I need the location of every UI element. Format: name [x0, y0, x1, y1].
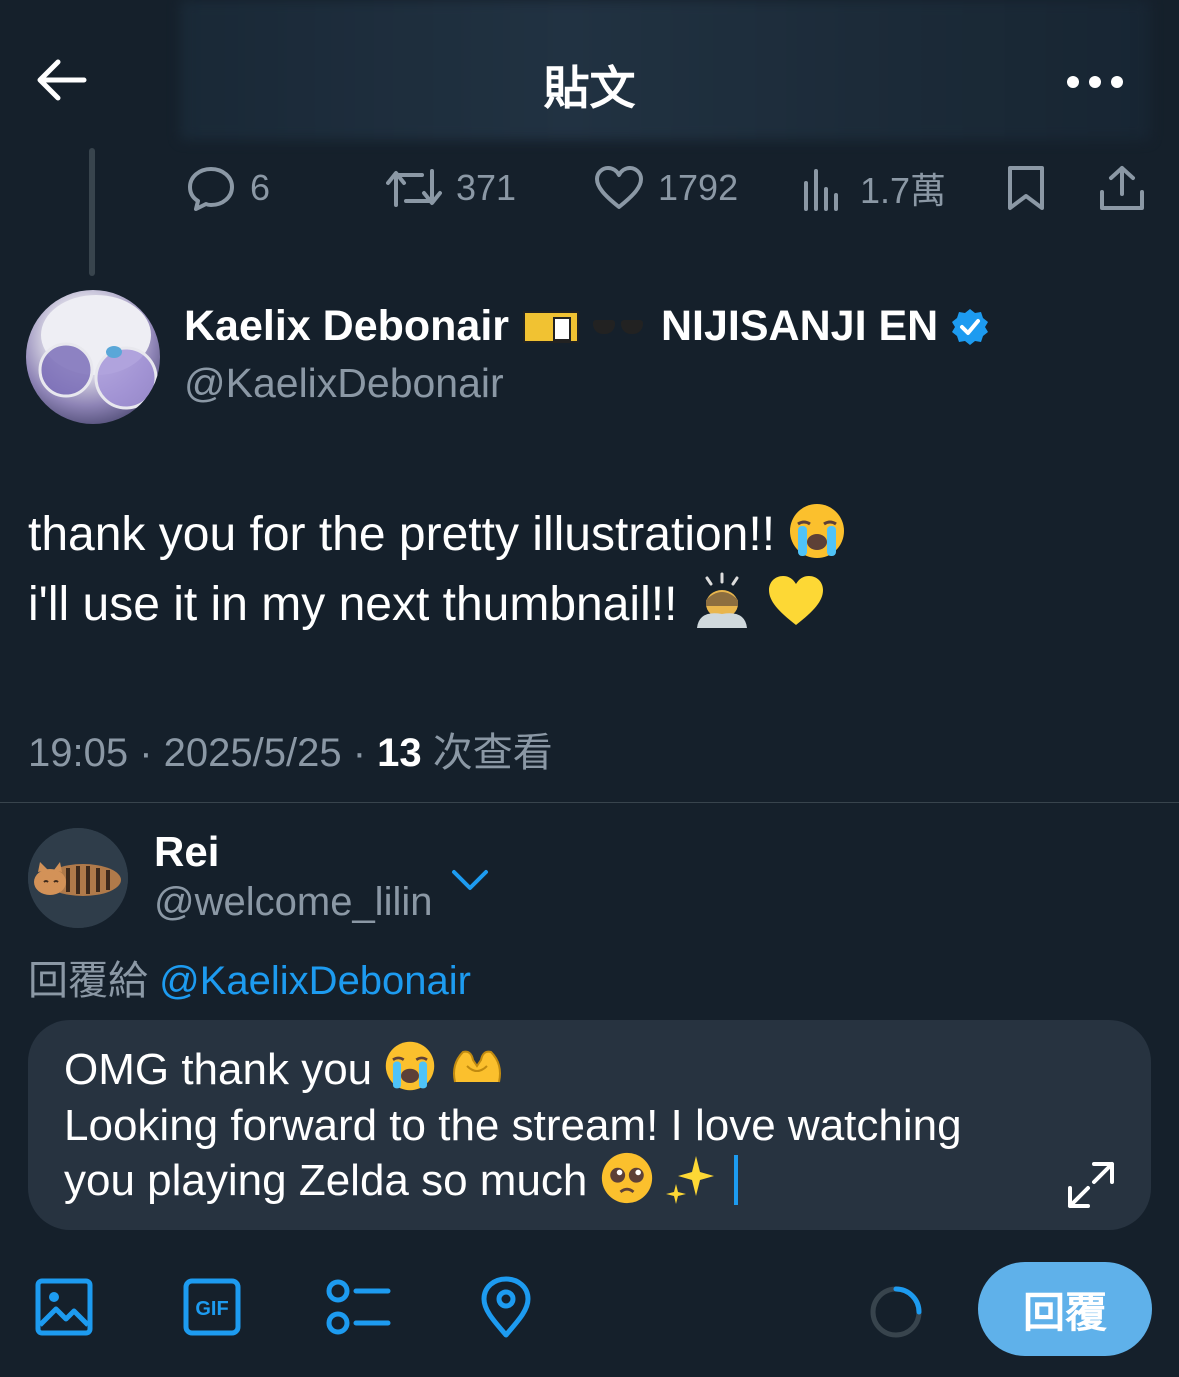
tweet-view-count: 13 — [377, 731, 422, 775]
replying-to-mention[interactable]: @KaelixDebonair — [159, 959, 471, 1003]
reply-line-3: you playing Zelda so much — [64, 1156, 588, 1206]
view-count: 1.7萬 — [860, 170, 947, 211]
gif-icon: GIF — [183, 1278, 241, 1336]
verified-badge-icon — [952, 308, 989, 345]
reply-text[interactable]: OMG thank you Looking forward to the str… — [64, 1042, 962, 1211]
bookmark-icon — [1008, 166, 1044, 210]
like-action[interactable]: 1792 — [594, 160, 738, 216]
author-display-name: Kaelix Debonair — [184, 302, 509, 350]
reply-avatar[interactable] — [28, 828, 128, 928]
reply-text-box[interactable]: OMG thank you Looking forward to the str… — [28, 1020, 1151, 1230]
compose-toolbar: GIF 回覆 — [0, 1262, 1179, 1362]
share-button[interactable] — [1098, 160, 1146, 216]
tweet-body: thank you for the pretty illustration!! … — [28, 500, 846, 640]
chevron-down-icon — [452, 870, 488, 890]
reply-account-name: Rei — [154, 828, 220, 875]
heart-icon — [595, 166, 643, 209]
expand-button[interactable] — [1066, 1160, 1116, 1210]
media-button[interactable] — [34, 1262, 94, 1352]
more-icon — [1067, 76, 1123, 88]
engagement-bar: 6 371 1792 1.7萬 — [0, 160, 1179, 216]
replying-to-line: 回覆給 @KaelixDebonair — [28, 948, 471, 1006]
tweet-view-label: 次查看 — [421, 731, 553, 775]
views-action[interactable]: 1.7萬 — [800, 160, 946, 216]
reply-line-1: OMG thank you — [64, 1045, 373, 1094]
divider — [0, 802, 1179, 803]
gif-icon-label: GIF — [195, 1298, 228, 1320]
avatar-image — [38, 295, 158, 410]
poll-button[interactable] — [326, 1262, 392, 1352]
sparkles-emoji-icon — [665, 1155, 714, 1204]
pleading-face-emoji-icon — [601, 1152, 652, 1203]
like-count: 1792 — [658, 167, 739, 208]
tweet-timestamp: 19:05 · 2025/5/25 · 13 次查看 — [28, 720, 553, 778]
reply-icon — [188, 167, 234, 211]
retweet-icon — [386, 169, 442, 207]
poll-list-icon — [326, 1279, 391, 1335]
page-title: 貼文 — [543, 62, 636, 114]
tweet-time: 19:05 · 2025/5/25 · — [28, 731, 378, 775]
person-bowing-emoji-icon — [696, 572, 747, 629]
location-pin-icon — [481, 1276, 531, 1338]
tweet-line-1: thank you for the pretty illustration!! — [28, 508, 776, 561]
author-affiliation: NIJISANJI EN — [661, 302, 939, 350]
reply-count: 6 — [250, 167, 271, 208]
top-bar: 貼文 — [0, 0, 1179, 145]
crying-face-emoji-icon — [790, 504, 845, 559]
reply-action[interactable]: 6 — [186, 160, 270, 216]
heart-hands-emoji-icon — [452, 1051, 501, 1083]
image-icon — [35, 1278, 93, 1336]
sunglasses-emoji-icon — [593, 319, 643, 334]
more-options-button[interactable] — [1062, 62, 1128, 102]
tweet-line-2: i'll use it in my next thumbnail!! — [28, 578, 678, 631]
account-switcher[interactable] — [448, 860, 492, 900]
text-caret — [734, 1154, 739, 1205]
character-counter-icon — [870, 1286, 922, 1338]
crying-face-emoji-icon — [386, 1042, 435, 1091]
reply-line-2: Looking forward to the stream! I love wa… — [64, 1101, 962, 1151]
cat-avatar-image — [28, 828, 128, 928]
retweet-count: 371 — [456, 167, 517, 208]
views-chart-icon — [804, 169, 838, 211]
share-icon — [1100, 166, 1144, 210]
ticket-emoji-icon — [523, 310, 579, 343]
yellow-heart-emoji-icon — [769, 576, 824, 626]
author-handle[interactable]: @KaelixDebonair — [184, 360, 504, 407]
retweet-action[interactable]: 371 — [386, 160, 516, 216]
replying-to-prefix: 回覆給 — [28, 959, 160, 1003]
expand-icon — [1068, 1162, 1114, 1208]
bookmark-button[interactable] — [1006, 160, 1046, 216]
author-avatar[interactable] — [26, 290, 160, 424]
gif-button[interactable]: GIF — [182, 1262, 242, 1352]
reply-account-handle: @welcome_lilin — [154, 880, 433, 924]
author-name[interactable]: Kaelix Debonair NIJISANJI EN — [184, 302, 990, 351]
location-button[interactable] — [478, 1262, 534, 1352]
reply-submit-button[interactable]: 回覆 — [978, 1262, 1152, 1356]
